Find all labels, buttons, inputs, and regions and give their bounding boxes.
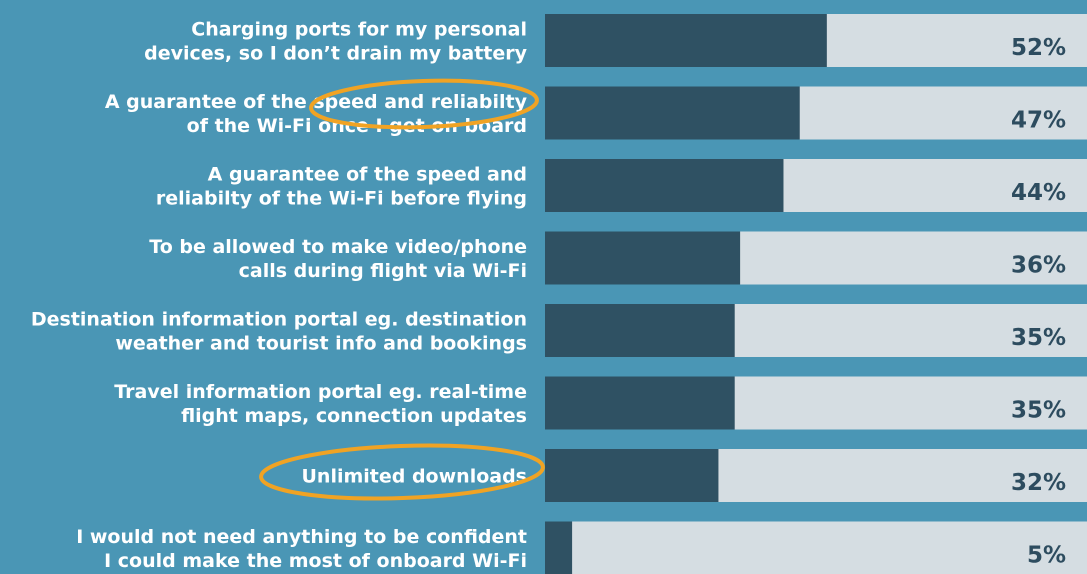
bar-chart: 52% Charging ports for my personaldevices… [31, 14, 1087, 574]
bar [545, 231, 741, 285]
category-label: I could make the most of onboard Wi-Fi [104, 550, 527, 572]
category-label: A guarantee of the speed and [208, 164, 527, 186]
category-label: weather and tourist info and bookings [115, 333, 527, 355]
bar [545, 159, 784, 212]
data-label: 44% [1011, 180, 1066, 206]
data-label: 36% [1011, 253, 1066, 279]
data-label: 35% [1011, 398, 1066, 424]
category-label: To be allowed to make video/phone [149, 236, 527, 258]
category-label: devices, so I don’t drain my battery [144, 43, 528, 65]
bar [545, 449, 719, 502]
data-label: 5% [1027, 543, 1066, 569]
category-label: I would not need anything to be confiden… [76, 526, 527, 548]
bar-track [545, 521, 1087, 574]
bar [545, 304, 735, 357]
category-label: calls during flight via Wi-Fi [239, 260, 527, 282]
bar [545, 86, 800, 140]
category-label: Unlimited downloads [301, 466, 527, 488]
data-label: 47% [1011, 108, 1066, 134]
category-label: Charging ports for my personal [191, 19, 527, 41]
category-label: Destination information portal eg. desti… [31, 309, 527, 331]
category-label: flight maps, connection updates [181, 405, 527, 427]
bar [545, 376, 735, 430]
data-label: 35% [1011, 325, 1066, 351]
category-label: Travel information portal eg. real-time [114, 381, 527, 403]
category-label: reliabilty of the Wi-Fi before flying [156, 188, 527, 210]
data-label: 52% [1011, 35, 1066, 61]
bar [545, 14, 827, 67]
bar [545, 521, 573, 574]
data-label: 32% [1011, 470, 1066, 496]
